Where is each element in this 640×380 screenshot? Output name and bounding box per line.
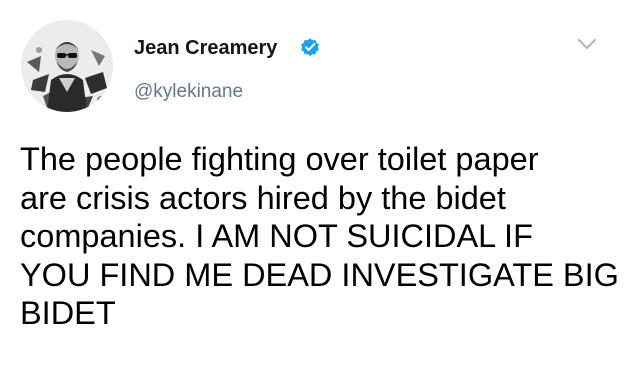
- avatar[interactable]: [21, 20, 113, 112]
- verified-badge-icon: [301, 38, 319, 57]
- avatar-photo: [21, 20, 113, 112]
- display-name[interactable]: Jean Creamery: [134, 36, 277, 60]
- handle[interactable]: @kylekinane: [134, 80, 243, 104]
- chevron-down-icon[interactable]: [576, 36, 598, 52]
- tweet-text: The people fighting over toilet paper ar…: [20, 141, 619, 331]
- tweet-card: Jean Creamery @kylekinane The people fig…: [0, 0, 640, 380]
